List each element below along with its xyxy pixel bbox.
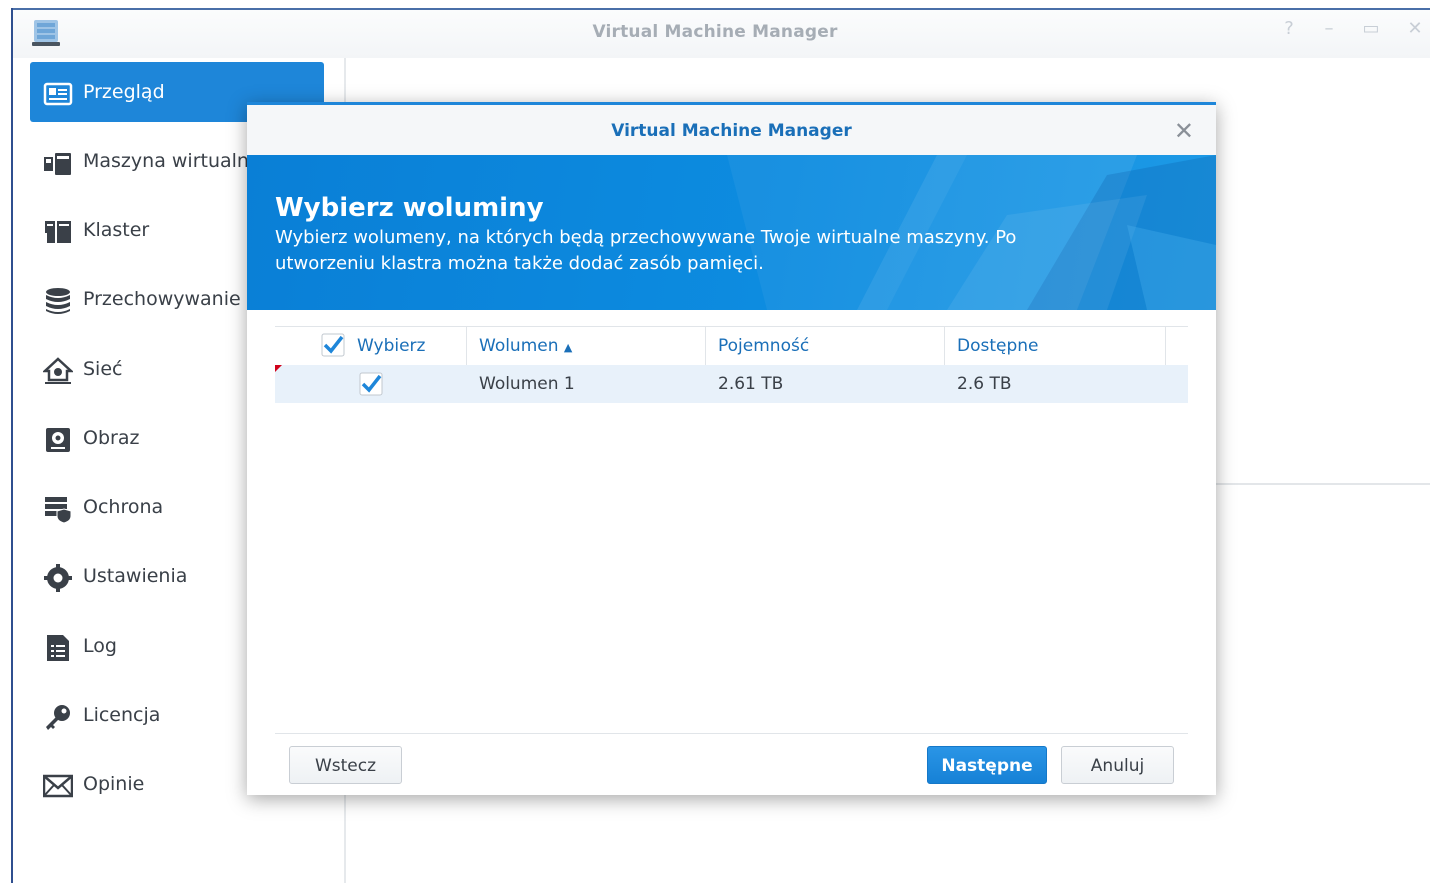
app-top-border	[11, 8, 1430, 10]
sidebar-item-label: Obraz	[83, 427, 140, 449]
content-divider	[1216, 483, 1430, 485]
feedback-mail-icon	[43, 774, 73, 798]
next-button[interactable]: Następne	[927, 746, 1047, 784]
column-separator	[1165, 327, 1166, 365]
sidebar-item-label: Ochrona	[83, 496, 164, 518]
dialog-close-icon[interactable]: ✕	[1174, 117, 1194, 145]
dialog-description: Wybierz wolumeny, na których będą przech…	[275, 227, 1017, 274]
column-header-select[interactable]: Wybierz	[357, 327, 425, 365]
sidebar-item-label: Klaster	[83, 219, 150, 241]
cell-capacity: 2.61 TB	[718, 374, 784, 394]
protection-icon	[45, 497, 72, 524]
sidebar-item-label: Sieć	[83, 358, 123, 380]
table-row[interactable]: Wolumen 1 2.61 TB 2.6 TB	[275, 365, 1188, 403]
dialog-title: Virtual Machine Manager	[611, 121, 852, 141]
volumes-grid: Wybierz Wolumen ▲ Pojemność Dostępne Wol…	[275, 326, 1188, 406]
dialog-banner: Wybierz woluminy Wybierz wolumeny, na kt…	[247, 155, 1216, 310]
cell-available: 2.6 TB	[957, 374, 1012, 394]
back-button[interactable]: Wstecz	[289, 746, 402, 784]
modified-marker	[275, 365, 282, 372]
sidebar-item-label: Log	[83, 635, 117, 657]
dialog-titlebar: Virtual Machine Manager ✕	[247, 105, 1216, 155]
cell-volume: Wolumen 1	[479, 374, 575, 394]
sidebar-item-label: Przechowywanie	[83, 288, 241, 310]
dialog-heading: Wybierz woluminy	[275, 193, 544, 223]
grid-header: Wybierz Wolumen ▲ Pojemność Dostępne	[275, 326, 1188, 366]
column-separator	[466, 327, 467, 365]
row-select-checkbox[interactable]	[359, 372, 383, 396]
close-icon[interactable]: ✕	[1404, 18, 1426, 40]
app-title: Virtual Machine Manager	[592, 22, 838, 42]
column-header-volume[interactable]: Wolumen ▲	[479, 327, 572, 365]
sidebar-item-label: Przegląd	[83, 81, 165, 103]
column-header-available[interactable]: Dostępne	[957, 327, 1039, 365]
cancel-button[interactable]: Anuluj	[1061, 746, 1174, 784]
minimize-icon[interactable]: –	[1318, 18, 1340, 40]
network-icon	[43, 357, 73, 384]
storage-icon	[46, 288, 70, 314]
sort-ascending-icon: ▲	[563, 341, 573, 354]
help-icon[interactable]: ?	[1278, 18, 1300, 40]
footer-divider	[275, 733, 1188, 734]
column-separator	[944, 327, 945, 365]
select-volumes-dialog: Virtual Machine Manager ✕ Wybierz wolumi…	[247, 102, 1216, 795]
cluster-icon	[45, 221, 71, 243]
sidebar-item-label: Ustawienia	[83, 565, 188, 587]
column-header-capacity[interactable]: Pojemność	[718, 327, 809, 365]
maximize-icon[interactable]: ▭	[1360, 18, 1382, 40]
virtual-machine-icon	[44, 153, 71, 175]
image-icon	[46, 428, 70, 452]
sidebar-item-label: Opinie	[83, 773, 145, 795]
sidebar-item-label: Maszyna wirtualna	[83, 150, 261, 172]
settings-icon	[44, 564, 72, 592]
column-header-volume-label: Wolumen	[479, 336, 559, 356]
overview-icon	[43, 82, 73, 106]
log-icon	[47, 635, 69, 661]
select-all-checkbox[interactable]	[321, 333, 345, 357]
column-separator	[705, 327, 706, 365]
sidebar-item-label: Licencja	[83, 704, 161, 726]
license-key-icon	[46, 705, 70, 730]
